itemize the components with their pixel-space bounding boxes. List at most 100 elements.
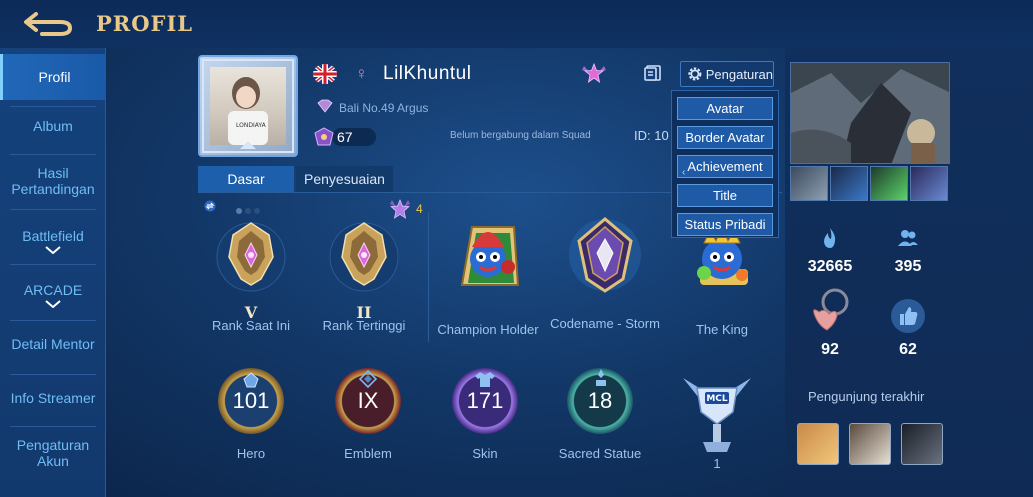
skin-thumbnail[interactable] bbox=[830, 166, 868, 201]
achievement-label: The King bbox=[695, 322, 749, 337]
settings-button-label: Pengaturan bbox=[705, 66, 773, 82]
visitor-avatar[interactable] bbox=[797, 423, 839, 465]
stat-label: Emblem bbox=[344, 446, 392, 461]
mythic-rank-icon bbox=[211, 213, 291, 293]
sidebar-item-battlefield[interactable]: Battlefield bbox=[0, 228, 106, 254]
dropdown-item-title[interactable]: Title bbox=[677, 184, 773, 207]
likes-value: 62 bbox=[899, 341, 917, 358]
server-name: Bali No.49 Argus bbox=[339, 101, 429, 115]
dropdown-item-border-avatar[interactable]: Border Avatar bbox=[677, 126, 773, 149]
sidebar-item-label: Profil bbox=[38, 69, 71, 85]
sacred-statue-icon bbox=[596, 369, 606, 386]
friends-value: 395 bbox=[894, 258, 922, 275]
sidebar-item-label: Info Streamer bbox=[10, 390, 96, 406]
sidebar-item-hasil-pertandingan[interactable]: Hasil Pertandingan bbox=[0, 165, 106, 197]
sidebar: Profil Album Hasil Pertandingan Battlefi… bbox=[0, 48, 106, 497]
visitor-avatar[interactable] bbox=[849, 423, 891, 465]
sidebar-divider bbox=[10, 106, 96, 107]
back-arrow-icon[interactable] bbox=[22, 8, 76, 38]
achievement-highest-rank[interactable]: II Rank Tertinggi bbox=[309, 213, 419, 333]
sidebar-item-label: Detail Mentor bbox=[11, 336, 95, 352]
achievement-current-rank[interactable]: V Rank Saat Ini bbox=[196, 213, 306, 333]
popularity-stat[interactable]: 32665 bbox=[795, 227, 865, 276]
recent-visitors-label: Pengunjung terakhir bbox=[808, 389, 925, 404]
likes-stat[interactable]: 62 bbox=[873, 298, 943, 359]
stat-mcl-trophy[interactable]: MCL 1 bbox=[672, 368, 762, 471]
emblem-icon bbox=[358, 370, 378, 388]
settings-button[interactable]: Pengaturan bbox=[680, 61, 774, 87]
svg-text:MCL: MCL bbox=[706, 394, 728, 404]
settings-dropdown: Avatar Border Avatar ‹ Achievement Title… bbox=[671, 90, 779, 238]
stat-value: 18 bbox=[587, 388, 613, 413]
sidebar-divider bbox=[10, 264, 96, 265]
friends-stat[interactable]: 395 bbox=[873, 227, 943, 276]
heart-lock-icon bbox=[813, 288, 849, 331]
stat-value: 171 bbox=[466, 388, 504, 413]
sidebar-divider bbox=[10, 426, 96, 427]
squad-status: Belum bergabung dalam Squad bbox=[450, 130, 591, 141]
sidebar-item-detail-mentor[interactable]: Detail Mentor bbox=[0, 336, 106, 352]
rank-roman-numeral: II bbox=[356, 303, 372, 322]
chevron-down-icon bbox=[45, 246, 61, 254]
sidebar-divider bbox=[10, 374, 96, 375]
stat-value: 101 bbox=[232, 388, 270, 413]
skin-thumbnail[interactable] bbox=[910, 166, 948, 201]
achievement-label: Champion Holder bbox=[437, 322, 539, 337]
bonds-value: 92 bbox=[821, 341, 839, 358]
achievement-champion-holder[interactable]: Champion Holder bbox=[433, 213, 543, 337]
username: LilKhuntul bbox=[383, 63, 472, 84]
dropdown-item-achievement[interactable]: ‹ Achievement bbox=[677, 155, 773, 178]
level-value: 67 bbox=[337, 129, 353, 145]
sidebar-item-label: Pengaturan Akun bbox=[16, 437, 90, 469]
tab-dasar[interactable]: Dasar bbox=[198, 166, 294, 192]
profile-banner-image[interactable] bbox=[790, 62, 950, 164]
sidebar-item-info-streamer[interactable]: Info Streamer bbox=[0, 390, 106, 406]
chevron-left-icon: ‹ bbox=[682, 167, 686, 178]
swap-icon[interactable] bbox=[203, 199, 217, 212]
mcl-trophy-icon: MCL bbox=[679, 368, 755, 454]
player-id: ID: 10 bbox=[634, 128, 669, 143]
dropdown-item-status-pribadi[interactable]: Status Pribadi bbox=[677, 213, 773, 236]
dropdown-item-label: Achievement bbox=[687, 159, 763, 174]
achievement-label: Codename - Storm bbox=[550, 316, 660, 331]
sidebar-divider bbox=[10, 209, 96, 210]
skin-thumbnail[interactable] bbox=[870, 166, 908, 201]
tab-penyesuaian[interactable]: Penyesuaian bbox=[296, 166, 393, 192]
bonds-stat[interactable]: 92 bbox=[795, 286, 865, 359]
sidebar-item-arcade[interactable]: ARCADE bbox=[0, 282, 106, 308]
album-book-icon[interactable] bbox=[644, 64, 662, 82]
stat-label: Skin bbox=[472, 446, 498, 461]
sidebar-item-label: ARCADE bbox=[23, 282, 83, 298]
stat-value: IX bbox=[357, 388, 379, 413]
champion-holder-icon bbox=[448, 213, 528, 293]
stat-label: 1 bbox=[713, 456, 721, 471]
star-badge-icon[interactable] bbox=[580, 62, 608, 84]
codename-storm-icon bbox=[565, 213, 645, 293]
top-bar: PROFIL bbox=[0, 0, 1033, 48]
sidebar-item-profil[interactable]: Profil bbox=[0, 54, 106, 100]
gear-icon bbox=[688, 67, 702, 81]
server-diamond-icon bbox=[316, 99, 334, 113]
chevron-down-icon bbox=[45, 300, 61, 308]
rank-roman-numeral: V bbox=[244, 303, 258, 322]
popularity-value: 32665 bbox=[807, 258, 853, 275]
sidebar-divider bbox=[10, 320, 96, 321]
sidebar-divider bbox=[10, 154, 96, 155]
friends-icon bbox=[898, 230, 918, 246]
vertical-divider bbox=[428, 212, 429, 342]
sidebar-item-pengaturan-akun[interactable]: Pengaturan Akun bbox=[0, 437, 106, 469]
sidebar-item-album[interactable]: Album bbox=[0, 118, 106, 134]
hero-helmet-icon bbox=[243, 372, 259, 388]
avatar[interactable]: LONDIAYA bbox=[198, 55, 298, 157]
page-title: PROFIL bbox=[96, 11, 194, 36]
achievement-codename-storm[interactable]: Codename - Storm bbox=[550, 213, 660, 331]
skin-shirt-icon bbox=[475, 372, 495, 387]
skin-thumbnail[interactable] bbox=[790, 166, 828, 201]
visitor-avatar[interactable] bbox=[901, 423, 943, 465]
thumbs-up-icon bbox=[891, 299, 925, 333]
fire-icon bbox=[824, 228, 836, 248]
sidebar-item-label: Hasil Pertandingan bbox=[11, 165, 95, 197]
dropdown-item-avatar[interactable]: Avatar bbox=[677, 97, 773, 120]
stat-label: Hero bbox=[236, 446, 266, 461]
female-gender-icon: ♀ bbox=[355, 64, 368, 83]
